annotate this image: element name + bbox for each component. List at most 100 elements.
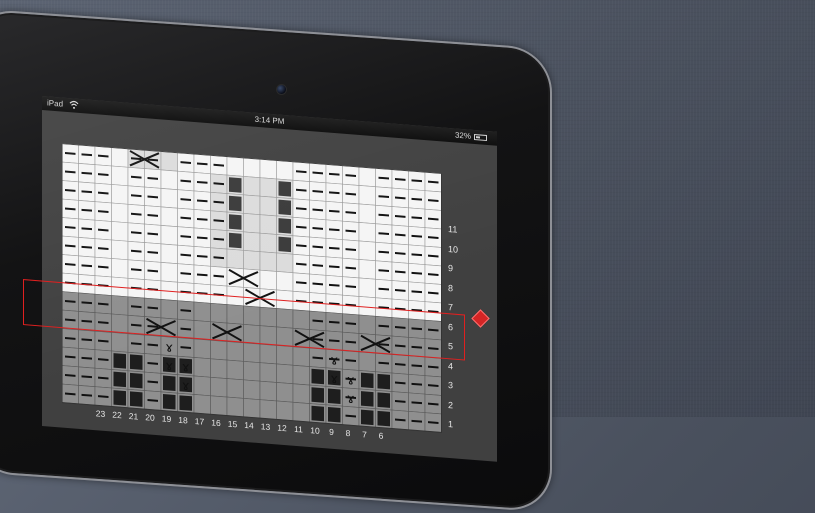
purl-symbol	[296, 225, 307, 229]
purl-symbol	[395, 363, 406, 366]
chart-cell	[292, 401, 310, 423]
purl-symbol	[312, 190, 323, 193]
knit-block-cell	[361, 409, 374, 426]
chart-cell	[276, 271, 294, 292]
chart-cell	[243, 231, 261, 252]
purl-symbol	[395, 381, 406, 385]
chart-cell	[210, 339, 228, 361]
purl-symbol	[197, 236, 208, 240]
column-number-label: 18	[178, 414, 188, 426]
purl-symbol	[378, 213, 389, 217]
chart-cell	[276, 252, 294, 274]
chart-cell	[193, 357, 211, 378]
column-number-label: 21	[128, 410, 139, 422]
purl-symbol	[213, 237, 224, 241]
purl-symbol	[147, 269, 158, 273]
purl-symbol	[147, 177, 158, 180]
knit-block-cell	[328, 388, 341, 404]
chart-cell	[111, 165, 129, 187]
no-stitch-cell	[278, 181, 291, 197]
chart-cell	[276, 400, 294, 422]
purl-symbol	[296, 281, 307, 285]
purl-symbol	[312, 264, 323, 267]
purl-symbol	[197, 273, 208, 277]
column-number-label: 23	[95, 408, 106, 419]
purl-symbol	[65, 263, 76, 266]
no-stitch-cell	[229, 214, 242, 230]
purl-symbol	[98, 358, 109, 361]
purl-symbol	[296, 188, 307, 192]
purl-symbol	[147, 195, 158, 199]
knit-block-cell	[113, 353, 126, 369]
chart-cell	[111, 239, 129, 261]
chart-cell	[259, 269, 277, 291]
purl-symbol	[312, 245, 323, 249]
purl-symbol	[213, 256, 224, 260]
purl-symbol	[428, 273, 439, 276]
knit-block-cell	[361, 391, 374, 407]
column-number-label: 19	[161, 413, 172, 425]
chart-cell	[276, 345, 294, 366]
purl-symbol	[98, 154, 109, 158]
purl-symbol	[98, 395, 109, 398]
chart-cell	[358, 185, 376, 206]
chart-cell	[193, 375, 211, 397]
row-number-label: 8	[448, 282, 454, 293]
chart-cell	[292, 364, 310, 386]
row-number-label: 1	[448, 418, 454, 430]
bobble-symbol: ɤ	[182, 379, 190, 395]
chart-cell	[243, 398, 261, 419]
purl-symbol	[131, 194, 142, 198]
purl-symbol	[329, 172, 340, 176]
purl-symbol	[411, 216, 422, 220]
purl-symbol	[147, 362, 158, 365]
purl-symbol	[428, 365, 439, 369]
knit-block-cell	[179, 395, 192, 411]
purl-symbol	[65, 152, 76, 155]
chart-cell	[210, 376, 228, 398]
purl-symbol	[395, 252, 406, 255]
purl-symbol	[378, 361, 389, 365]
chart-cell	[259, 177, 277, 198]
chart-cell	[111, 202, 129, 224]
purl-symbol	[98, 228, 109, 232]
chart-cell	[358, 351, 376, 373]
chart-cell	[226, 156, 244, 177]
knit-block-cell	[163, 394, 176, 410]
purl-symbol	[378, 269, 389, 273]
column-number-label: 12	[277, 422, 287, 434]
purl-symbol	[395, 418, 406, 422]
purl-symbol	[147, 343, 158, 347]
purl-symbol	[378, 195, 389, 199]
purl-symbol	[312, 356, 323, 360]
chart-cell	[111, 221, 129, 242]
knit-block-cell	[377, 373, 390, 390]
purl-symbol	[81, 245, 92, 249]
purl-symbol	[180, 253, 191, 257]
chart-cell	[210, 358, 228, 379]
purl-symbol	[395, 196, 406, 200]
chart-cell	[193, 394, 211, 415]
column-number-label: 8	[345, 427, 351, 439]
purl-symbol	[428, 254, 439, 258]
row-number-label: 3	[448, 379, 454, 391]
purl-symbol	[147, 399, 158, 402]
chart-cell	[160, 225, 178, 246]
purl-symbol	[147, 232, 158, 236]
column-number-label: 17	[194, 416, 205, 427]
purl-symbol	[180, 346, 191, 349]
knit-block-cell	[311, 387, 324, 403]
chart-cell	[243, 213, 261, 234]
chart-cell	[226, 396, 244, 418]
no-stitch-cell	[229, 232, 242, 249]
purl-symbol	[147, 380, 158, 384]
chart-cell	[111, 332, 129, 353]
purl-symbol	[345, 192, 356, 196]
chart-cell	[243, 157, 261, 178]
purl-symbol	[345, 174, 356, 177]
purl-symbol	[213, 200, 224, 204]
purl-symbol	[213, 163, 224, 167]
purl-symbol	[65, 392, 76, 396]
purl-symbol	[411, 253, 422, 257]
chart-cell	[243, 361, 261, 382]
